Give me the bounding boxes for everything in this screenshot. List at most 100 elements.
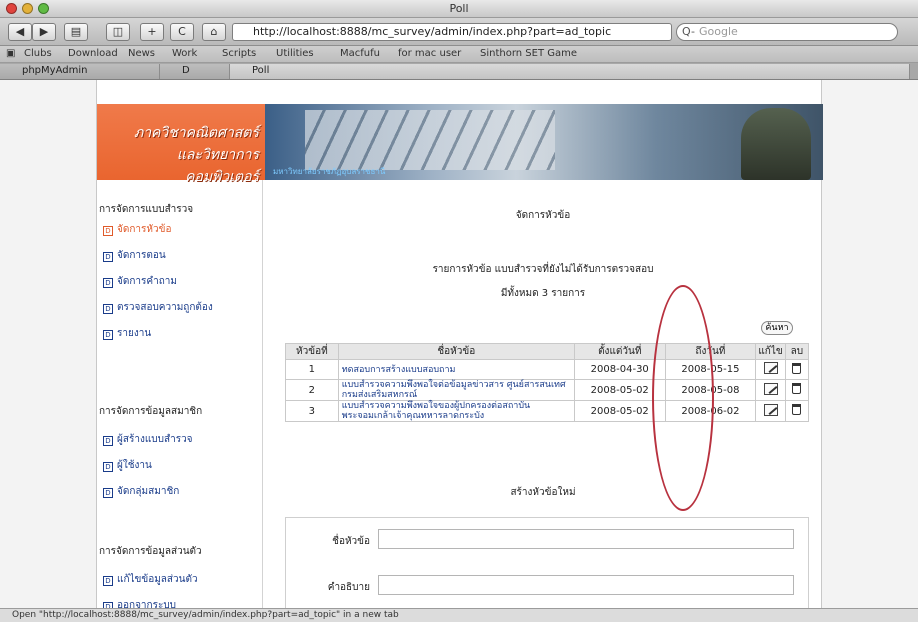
cell-no: 1 <box>285 359 339 380</box>
cell-delete <box>784 379 810 401</box>
nav-section-members: การจัดการข้อมูลสมาชิก <box>99 406 203 417</box>
bookmark-item[interactable]: for mac user <box>398 48 461 59</box>
header-banner: มหาวิทยาลัยราชภัฏอุบลราชธานี <box>265 104 823 180</box>
arrow-box-icon: D <box>103 226 113 236</box>
nav-item-manage-parts[interactable]: D จัดการตอน <box>103 248 166 263</box>
cell-title-link[interactable]: แบบสำรวจความพึงพอใจของผู้ปกครองต่อสถาบัน… <box>337 400 575 422</box>
col-header-no: หัวข้อที่ <box>285 343 339 360</box>
bookmark-icon[interactable]: ◫ <box>106 23 130 41</box>
tab-phpmyadmin[interactable]: phpMyAdmin <box>0 64 160 79</box>
new-topic-form: ชื่อหัวข้อ คำอธิบาย <box>285 517 809 608</box>
search-field[interactable]: Q- Google <box>676 23 898 41</box>
home-icon[interactable]: ⌂ <box>202 23 226 41</box>
table-header-row: หัวข้อที่ ชื่อหัวข้อ ตั้งแต่วันที่ ถึงวั… <box>285 343 810 360</box>
tab-label: phpMyAdmin <box>22 65 88 76</box>
cell-no: 2 <box>285 379 339 401</box>
col-header-title: ชื่อหัวข้อ <box>337 343 575 360</box>
back-button[interactable]: ◀ <box>8 23 32 41</box>
trash-icon[interactable] <box>792 404 802 415</box>
list-caption: รายการหัวข้อ แบบสำรวจที่ยังไม่ได้รับการต… <box>432 264 654 275</box>
table-row: 1 ทดสอบการสร้างแบบสอบถาม 2008-04-30 2008… <box>285 359 810 380</box>
keyboard-image <box>305 110 555 170</box>
tab-label: Poll <box>252 65 270 76</box>
print-icon[interactable]: ▤ <box>64 23 88 41</box>
cell-edit <box>755 359 786 380</box>
search-button[interactable]: ค้นหา <box>761 321 793 335</box>
bookmark-item[interactable]: Work <box>172 48 197 59</box>
bookmark-item[interactable]: Scripts <box>222 48 256 59</box>
edit-icon[interactable] <box>763 362 778 374</box>
total-count: มีทั้งหมด 3 รายการ <box>500 288 586 299</box>
nav-section-personal: การจัดการข้อมูลส่วนตัว <box>99 546 202 557</box>
nav-item-label: จัดการคำถาม <box>117 276 177 287</box>
sidebar: การจัดการแบบสำรวจ D จัดการหัวข้อ D จัดการต… <box>97 180 263 608</box>
cell-no: 3 <box>285 400 339 422</box>
col-header-start: ตั้งแต่วันที่ <box>573 343 666 360</box>
nav-item-edit-profile[interactable]: D แก้ไขข้อมูลส่วนตัว <box>103 572 198 587</box>
cell-start: 2008-04-30 <box>573 359 666 380</box>
col-header-edit: แก้ไข <box>755 343 786 360</box>
table-row: 2 แบบสำรวจความพึงพอใจต่อข้อมูลข่าวสาร ศู… <box>285 379 810 401</box>
site-logo: ภาควิชาคณิตศาสตร์ และวิทยาการคอมพิวเตอร์ <box>97 104 265 185</box>
nav-item-logout[interactable]: D ออกจากระบบ <box>103 598 176 608</box>
cell-delete <box>784 400 810 422</box>
nav-item-report[interactable]: D รายงาน <box>103 326 151 341</box>
bookmark-item[interactable]: Utilities <box>276 48 314 59</box>
cell-delete <box>784 359 810 380</box>
arrow-box-icon: D <box>103 488 113 498</box>
bookmarks-book-icon[interactable]: ▣ <box>6 48 15 59</box>
forward-button[interactable]: ▶ <box>32 23 56 41</box>
nav-item-label: จัดการหัวข้อ <box>117 224 172 235</box>
nav-section-survey: การจัดการแบบสำรวจ <box>99 204 194 215</box>
description-input[interactable] <box>378 575 794 595</box>
reload-button[interactable]: C <box>170 23 194 41</box>
arrow-box-icon: D <box>103 462 113 472</box>
bookmark-item[interactable]: Sinthorn SET Game <box>480 48 577 59</box>
nav-item-label: จัดการตอน <box>117 250 166 261</box>
statue-image <box>741 108 811 180</box>
cell-title-link[interactable]: ทดสอบการสร้างแบบสอบถาม <box>337 359 575 380</box>
edit-icon[interactable] <box>763 403 778 416</box>
page-container: ภาควิชาคณิตศาสตร์ และวิทยาการคอมพิวเตอร์… <box>96 80 823 608</box>
arrow-box-icon: D <box>103 252 113 262</box>
banner-caption: มหาวิทยาลัยราชภัฏอุบลราชธานี <box>273 167 386 176</box>
window-title: Poll <box>449 2 469 15</box>
cell-title-link[interactable]: แบบสำรวจความพึงพอใจต่อข้อมูลข่าวสาร ศูนย… <box>337 379 575 401</box>
nav-item-manage-questions[interactable]: D จัดการคำถาม <box>103 274 177 289</box>
page-viewport: ภาควิชาคณิตศาสตร์ และวิทยาการคอมพิวเตอร์… <box>0 80 918 608</box>
add-tab-button[interactable]: + <box>140 23 164 41</box>
nav-item-label: รายงาน <box>117 328 152 339</box>
bookmark-item[interactable]: Macfufu <box>340 48 380 59</box>
address-bar[interactable]: http://localhost:8888/mc_survey/admin/in… <box>232 23 672 41</box>
nav-item-manage-topics[interactable]: D จัดการหัวข้อ <box>103 222 171 237</box>
bookmark-item[interactable]: Clubs <box>24 48 52 59</box>
topics-table: หัวข้อที่ ชื่อหัวข้อ ตั้งแต่วันที่ ถึงวั… <box>285 343 810 422</box>
browser-toolbar: ◀ ▶ ▤ ◫ + C ⌂ http://localhost:8888/mc_s… <box>0 18 918 46</box>
address-text: http://localhost:8888/mc_survey/admin/in… <box>253 25 612 38</box>
trash-icon[interactable] <box>792 362 802 374</box>
tab-d[interactable]: D <box>160 64 230 79</box>
nav-item-member-groups[interactable]: D จัดกลุ่มสมาชิก <box>103 484 179 499</box>
title-bar: Poll <box>0 0 918 18</box>
edit-icon[interactable] <box>763 382 778 395</box>
nav-item-label: ผู้ใช้งาน <box>117 460 152 471</box>
arrow-box-icon: D <box>103 330 113 340</box>
nav-item-label: ตรวจสอบความถูกต้อง <box>117 302 213 313</box>
nav-item-verify[interactable]: D ตรวจสอบความถูกต้อง <box>103 300 213 315</box>
tab-bar: phpMyAdmin D Poll <box>0 63 918 80</box>
bookmark-item[interactable]: Download <box>68 48 118 59</box>
arrow-box-icon: D <box>103 576 113 586</box>
nav-item-label: ออกจากระบบ <box>117 600 177 608</box>
nav-item-label: แก้ไขข้อมูลส่วนตัว <box>117 574 198 585</box>
trash-icon[interactable] <box>792 383 802 394</box>
cell-edit <box>755 400 786 422</box>
tab-poll[interactable]: Poll <box>230 64 910 79</box>
topic-name-input[interactable] <box>378 529 794 549</box>
topic-name-label: ชื่อหัวข้อ <box>332 536 370 547</box>
nav-item-survey-creators[interactable]: D ผู้สร้างแบบสำรวจ <box>103 432 193 447</box>
search-icon: Q- <box>682 25 695 38</box>
bookmark-item[interactable]: News <box>128 48 155 59</box>
nav-item-users[interactable]: D ผู้ใช้งาน <box>103 458 152 473</box>
tab-label: D <box>182 65 190 76</box>
arrow-box-icon: D <box>103 304 113 314</box>
